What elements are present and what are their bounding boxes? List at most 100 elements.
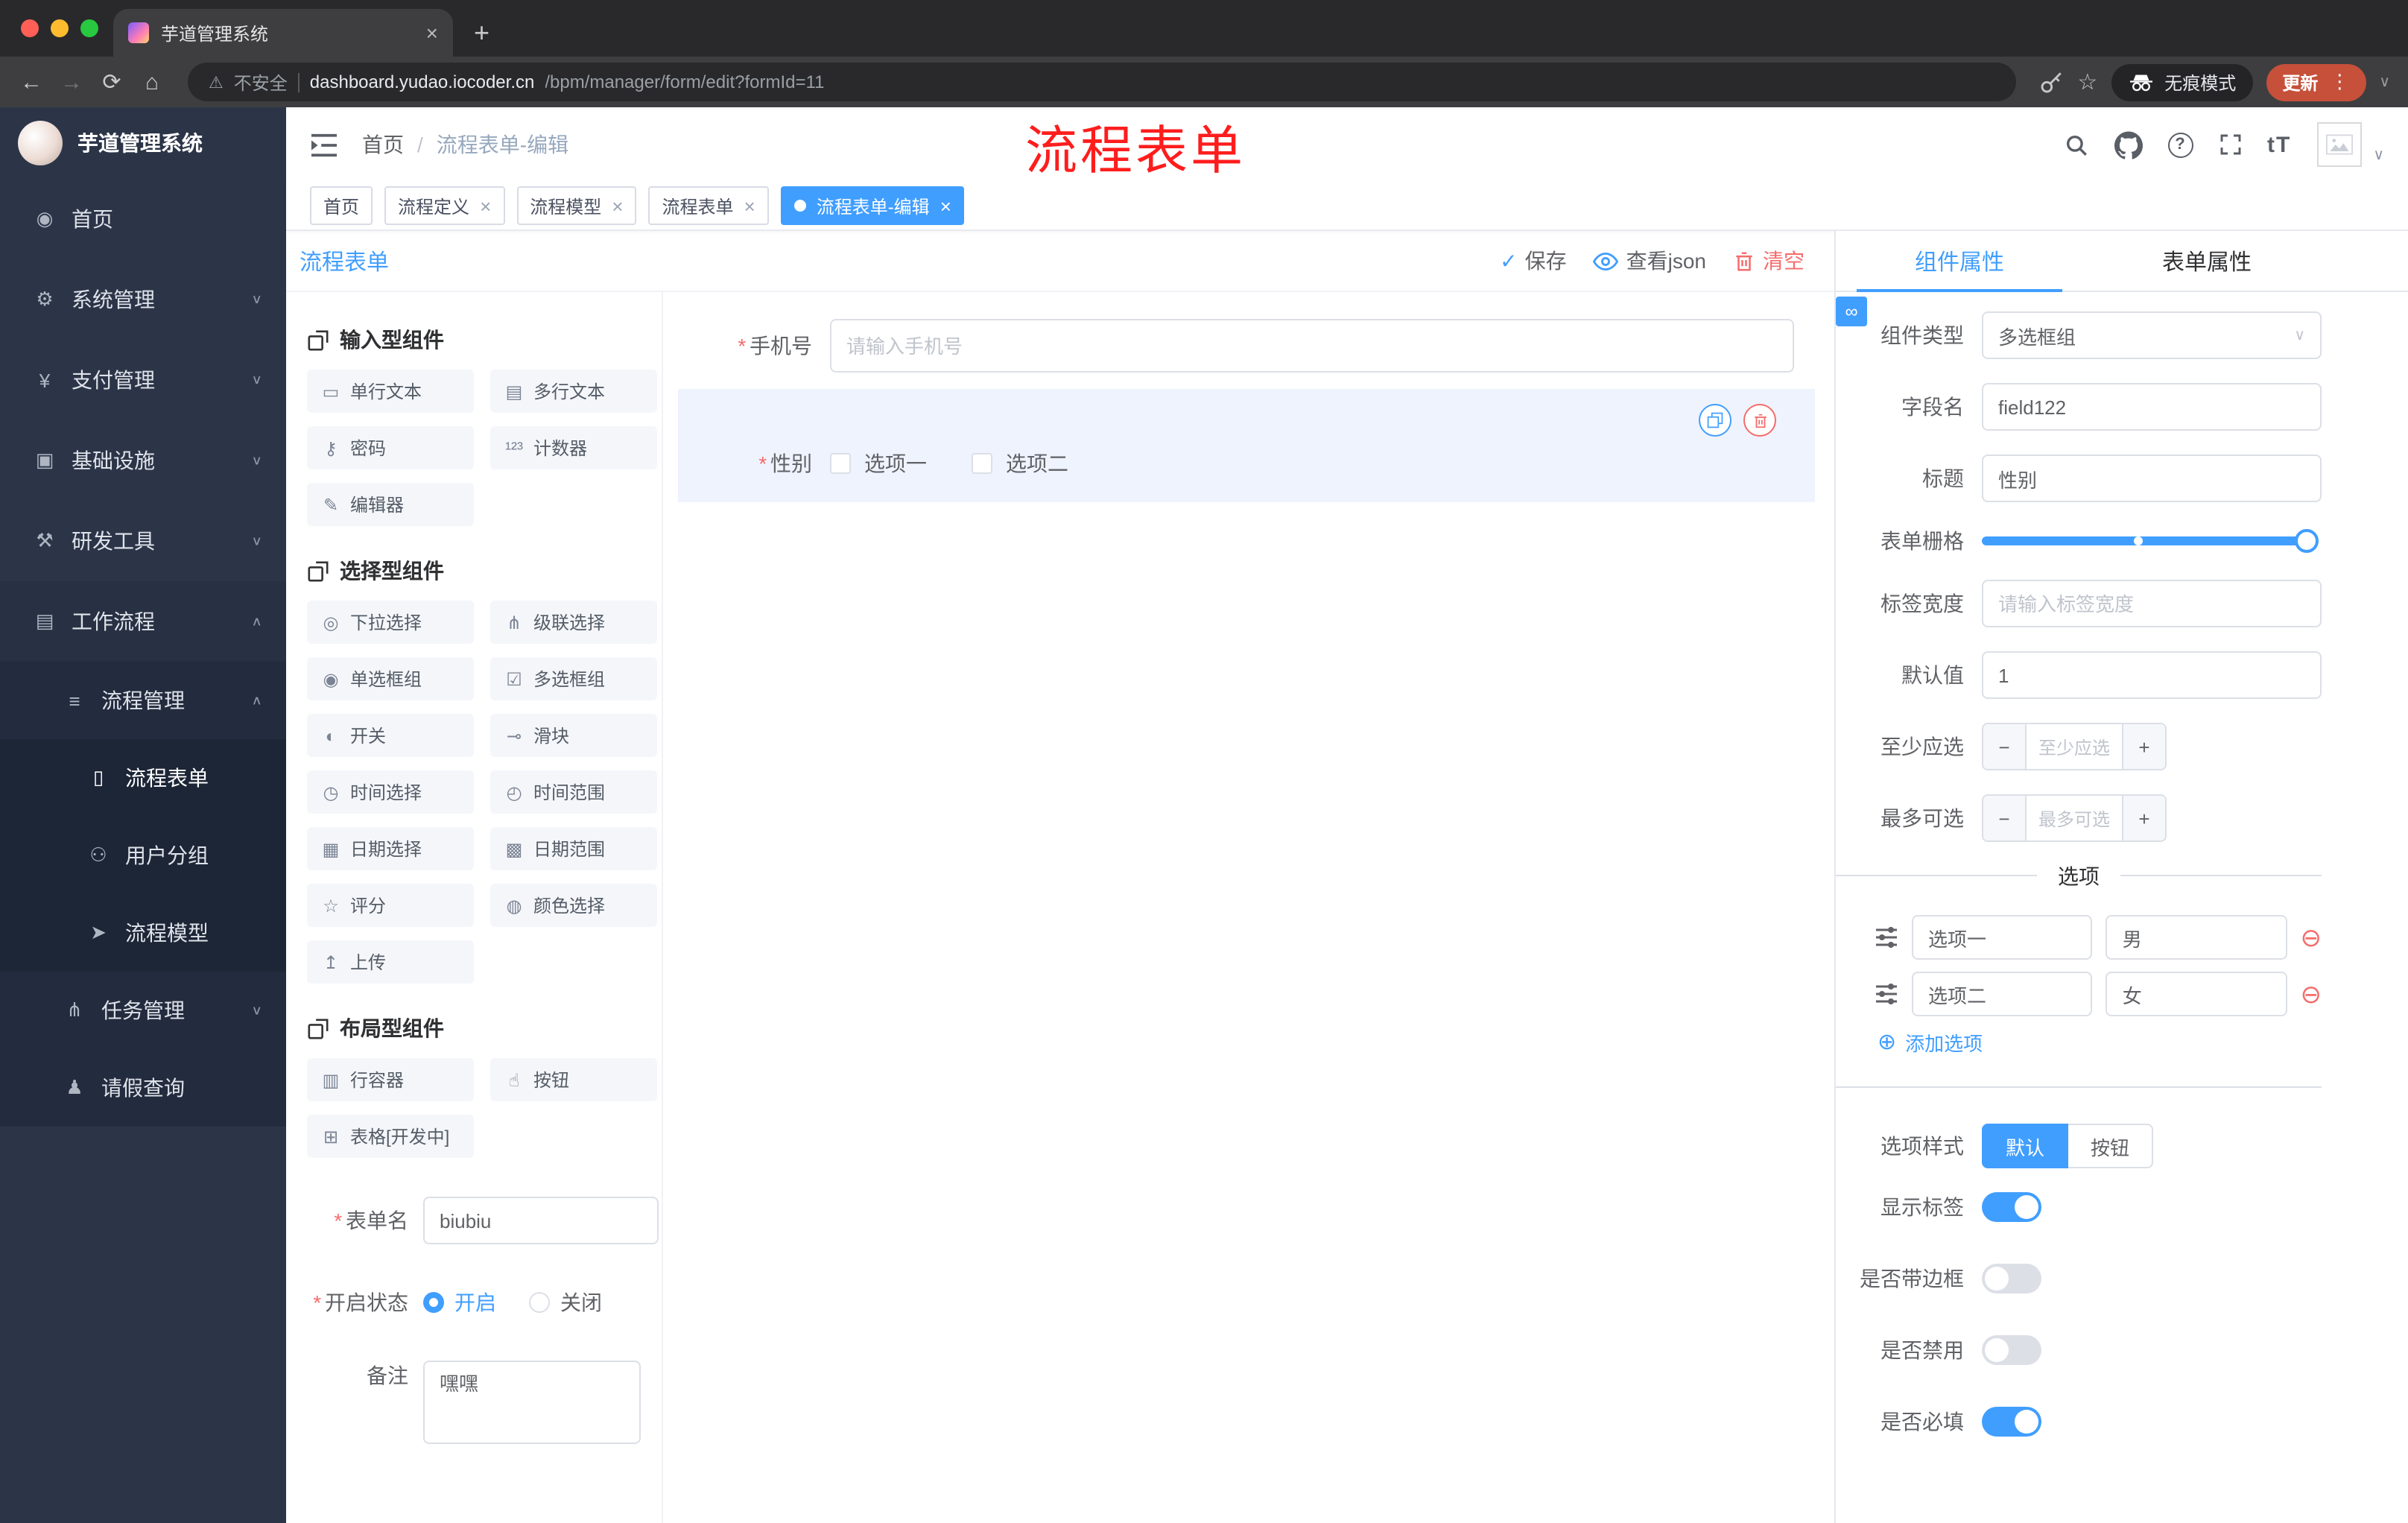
github-icon[interactable]: [2114, 130, 2142, 159]
sidebar-item-system[interactable]: ⚙ 系统管理 ∨: [0, 259, 286, 340]
remark-textarea[interactable]: 嘿嘿: [423, 1361, 641, 1444]
sidebar-item-workflow[interactable]: ▤ 工作流程 ∧: [0, 581, 286, 662]
link-handle-icon[interactable]: ∞: [1836, 297, 1867, 326]
tag-process-form-edit[interactable]: 流程表单-编辑 ×: [780, 186, 965, 225]
help-icon[interactable]: ?: [2167, 132, 2193, 157]
option-label-input[interactable]: [1912, 972, 2093, 1016]
save-button[interactable]: ✓ 保存: [1500, 246, 1566, 276]
tab-form-props[interactable]: 表单属性: [2083, 231, 2331, 291]
palette-item-date-range[interactable]: ▩ 日期范围: [490, 827, 657, 870]
palette-item-table[interactable]: ⊞ 表格[开发中]: [307, 1115, 474, 1158]
tab-close-icon[interactable]: ×: [426, 21, 438, 45]
tag-close-icon[interactable]: ×: [480, 196, 491, 215]
widget-gender-selected[interactable]: * 性别 选项一 选项二: [678, 389, 1815, 502]
font-size-icon[interactable]: tT: [2267, 132, 2291, 157]
sidebar-item-user-group[interactable]: ⚇ 用户分组: [0, 817, 286, 894]
palette-item-row-container[interactable]: ▥ 行容器: [307, 1058, 474, 1101]
search-icon[interactable]: [2063, 132, 2088, 157]
palette-item-select[interactable]: ◎ 下拉选择: [307, 601, 474, 644]
fullscreen-icon[interactable]: [2218, 133, 2242, 156]
new-tab-button[interactable]: +: [474, 19, 489, 46]
tag-home[interactable]: 首页: [310, 186, 373, 225]
sidebar-item-process-model[interactable]: ➤ 流程模型: [0, 894, 286, 972]
tag-process-form[interactable]: 流程表单 ×: [648, 186, 769, 225]
drag-handle-icon[interactable]: [1875, 982, 1898, 1006]
remove-option-icon[interactable]: ⊖: [2301, 981, 2322, 1007]
min-select-value[interactable]: 至少应选: [2027, 724, 2122, 769]
widget-phone[interactable]: * 手机号: [678, 319, 1794, 373]
palette-item-multi-line-text[interactable]: ▤ 多行文本: [490, 370, 657, 413]
add-option-button[interactable]: ⊕ 添加选项: [1836, 1028, 2322, 1057]
option-value-input[interactable]: [2106, 915, 2287, 960]
sidebar-item-payment[interactable]: ¥ 支付管理 ∨: [0, 340, 286, 420]
palette-item-rate[interactable]: ☆ 评分: [307, 884, 474, 927]
browser-menu-icon[interactable]: ⋮: [2330, 70, 2349, 94]
browser-tab[interactable]: 芋道管理系统 ×: [113, 9, 453, 57]
sidebar-item-infrastructure[interactable]: ▣ 基础设施 ∨: [0, 420, 286, 501]
copy-widget-button[interactable]: [1699, 404, 1731, 437]
style-default-button[interactable]: 默认: [1982, 1124, 2069, 1168]
bookmark-star-icon[interactable]: ☆: [2077, 69, 2097, 95]
stepper-minus-button[interactable]: −: [1983, 796, 2027, 840]
status-radio-off[interactable]: 关闭: [529, 1288, 602, 1317]
palette-item-button[interactable]: ☝ 按钮: [490, 1058, 657, 1101]
palette-item-cascader[interactable]: ⋔ 级联选择: [490, 601, 657, 644]
label-width-input[interactable]: [1982, 580, 2322, 627]
clear-button[interactable]: 清空: [1733, 246, 1805, 276]
stepper-plus-button[interactable]: +: [2122, 724, 2165, 769]
sidebar-item-process-management[interactable]: ≡ 流程管理 ∧: [0, 662, 286, 739]
sidebar-logo[interactable]: 芋道管理系统: [0, 107, 286, 179]
address-bar[interactable]: ⚠ 不安全 dashboard.yudao.iocoder.cn /bpm/ma…: [188, 63, 2017, 101]
back-icon[interactable]: ←: [18, 69, 45, 95]
sidebar-item-dev-tools[interactable]: ⚒ 研发工具 ∨: [0, 501, 286, 581]
palette-item-switch[interactable]: ◐ 开关: [307, 714, 474, 757]
palette-item-time-picker[interactable]: ◷ 时间选择: [307, 770, 474, 814]
disabled-switch[interactable]: [1982, 1335, 2041, 1365]
stepper-minus-button[interactable]: −: [1983, 724, 2027, 769]
sidebar-item-leave-query[interactable]: ♟ 请假查询: [0, 1049, 286, 1127]
delete-widget-button[interactable]: [1743, 404, 1776, 437]
phone-input[interactable]: [830, 319, 1794, 373]
forward-icon[interactable]: →: [58, 69, 85, 95]
user-avatar-image[interactable]: [2316, 122, 2362, 167]
password-key-icon[interactable]: [2038, 69, 2064, 95]
tab-component-props[interactable]: 组件属性: [1836, 231, 2083, 292]
title-input[interactable]: [1982, 455, 2322, 502]
home-icon[interactable]: ⌂: [139, 69, 165, 95]
max-select-value[interactable]: 最多可选: [2027, 796, 2122, 840]
slider-handle[interactable]: [2295, 529, 2319, 553]
show-label-switch[interactable]: [1982, 1192, 2041, 1222]
stepper-plus-button[interactable]: +: [2122, 796, 2165, 840]
window-close-button[interactable]: [21, 19, 39, 37]
window-minimize-button[interactable]: [51, 19, 69, 37]
sidebar-item-home[interactable]: ◉ 首页: [0, 179, 286, 259]
drag-handle-icon[interactable]: [1875, 925, 1898, 949]
avatar-caret-icon[interactable]: ∨: [2373, 148, 2384, 164]
reload-icon[interactable]: ⟳: [98, 69, 125, 95]
form-name-input[interactable]: [423, 1197, 659, 1244]
palette-item-password[interactable]: ⚷ 密码: [307, 426, 474, 469]
palette-item-radio-group[interactable]: ◉ 单选框组: [307, 657, 474, 700]
tag-process-definition[interactable]: 流程定义 ×: [384, 186, 505, 225]
palette-item-checkbox-group[interactable]: ☑ 多选框组: [490, 657, 657, 700]
palette-item-color-picker[interactable]: ◍ 颜色选择: [490, 884, 657, 927]
sidebar-item-process-form[interactable]: ▯ 流程表单: [0, 739, 286, 817]
remove-option-icon[interactable]: ⊖: [2301, 925, 2322, 950]
required-switch[interactable]: [1982, 1407, 2041, 1437]
palette-item-editor[interactable]: ✎ 编辑器: [307, 483, 474, 526]
field-name-input[interactable]: [1982, 383, 2322, 431]
palette-item-counter[interactable]: ¹²³ 计数器: [490, 426, 657, 469]
palette-item-slider[interactable]: ⊸ 滑块: [490, 714, 657, 757]
window-zoom-button[interactable]: [80, 19, 98, 37]
palette-item-date-picker[interactable]: ▦ 日期选择: [307, 827, 474, 870]
palette-item-upload[interactable]: ↥ 上传: [307, 940, 474, 984]
tag-close-icon[interactable]: ×: [612, 196, 623, 215]
browser-update-button[interactable]: 更新 ⋮: [2266, 63, 2366, 101]
component-type-select[interactable]: 多选框组 ∨: [1982, 311, 2322, 359]
status-radio-on[interactable]: 开启: [423, 1288, 496, 1317]
tag-close-icon[interactable]: ×: [744, 196, 755, 215]
gender-option2-checkbox[interactable]: 选项二: [972, 449, 1068, 478]
sidebar-fold-icon[interactable]: [310, 132, 338, 157]
view-json-button[interactable]: 查看json: [1593, 246, 1706, 276]
default-value-input[interactable]: [1982, 651, 2322, 699]
